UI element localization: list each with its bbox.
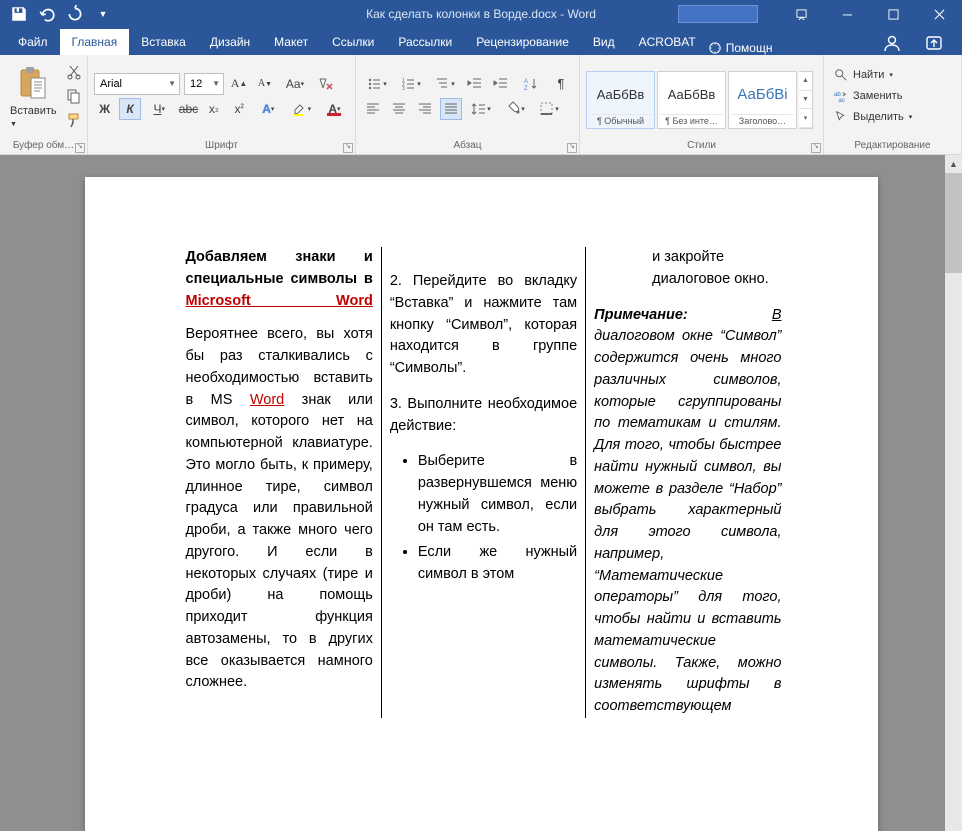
group-clipboard: Вставить ▼ Буфер обм…	[0, 55, 88, 154]
styles-gallery-more[interactable]: ▲▼▾	[799, 71, 813, 129]
borders-icon[interactable]: ▾	[534, 98, 564, 120]
paste-label: Вставить	[10, 105, 57, 117]
page: Добавляем знаки и специальные символы в …	[85, 177, 878, 831]
redo-icon[interactable]	[66, 5, 84, 23]
tell-me-label: Помощн	[726, 41, 773, 55]
clipboard-launcher[interactable]	[75, 143, 85, 153]
ribbon-tabs: Файл Главная Вставка Дизайн Макет Ссылки…	[0, 28, 962, 55]
tab-file[interactable]: Файл	[6, 29, 60, 55]
tab-home[interactable]: Главная	[60, 29, 130, 55]
shading-icon[interactable]: ▾	[500, 98, 530, 120]
tab-mailings[interactable]: Рассылки	[386, 29, 464, 55]
svg-text:A: A	[524, 79, 528, 85]
show-marks-icon[interactable]: ¶	[550, 73, 572, 95]
find-button[interactable]: Найти ▾	[830, 66, 916, 84]
group-styles: АаБбВв¶ Обычный АаБбВв¶ Без инте… АаБбВі…	[580, 55, 824, 154]
cut-icon[interactable]	[63, 61, 85, 83]
ribbon: Вставить ▼ Буфер обм… Arial▼ 12▼ A▲ A▼ A…	[0, 55, 962, 155]
style-heading1[interactable]: АаБбВіЗаголово…	[728, 71, 797, 129]
column-3: и закройте диалоговое окно. Примечание: …	[585, 247, 789, 718]
highlight-icon[interactable]: ▾	[287, 98, 316, 120]
align-right-icon[interactable]	[414, 98, 436, 120]
paragraph-group-label: Абзац	[453, 140, 481, 151]
align-center-icon[interactable]	[388, 98, 410, 120]
bold-icon[interactable]: Ж	[94, 98, 115, 120]
style-no-spacing[interactable]: АаБбВв¶ Без инте…	[657, 71, 726, 129]
window-title: Как сделать колонки в Ворде.docx - Word	[366, 7, 596, 21]
style-normal[interactable]: АаБбВв¶ Обычный	[586, 71, 655, 129]
share-icon[interactable]	[920, 31, 948, 55]
change-case-icon[interactable]: Aa ▾	[280, 73, 310, 95]
strikethrough-icon[interactable]: abc	[178, 98, 199, 120]
undo-icon[interactable]	[38, 5, 56, 23]
replace-button[interactable]: abacЗаменить	[830, 87, 916, 105]
tab-insert[interactable]: Вставка	[129, 29, 198, 55]
ribbon-options-icon[interactable]	[778, 0, 824, 28]
minimize-icon[interactable]	[824, 0, 870, 28]
vertical-scrollbar[interactable]: ▲	[945, 155, 962, 831]
tab-layout[interactable]: Макет	[262, 29, 320, 55]
multilevel-list-icon[interactable]: ▾	[430, 73, 460, 95]
format-painter-icon[interactable]	[63, 109, 85, 131]
font-launcher[interactable]	[343, 143, 353, 153]
sort-icon[interactable]: AZ	[516, 73, 546, 95]
font-group-label: Шрифт	[205, 140, 238, 151]
editing-group-label: Редактирование	[854, 140, 930, 151]
titlebar: ▼ Как сделать колонки в Ворде.docx - Wor…	[0, 0, 962, 28]
bullets-icon[interactable]: ▾	[362, 73, 392, 95]
paragraph-launcher[interactable]	[567, 143, 577, 153]
svg-text:3: 3	[402, 86, 405, 92]
subscript-icon[interactable]: x₂	[203, 98, 224, 120]
font-name-combo[interactable]: Arial▼	[94, 73, 180, 95]
scroll-thumb[interactable]	[945, 173, 962, 273]
tab-review[interactable]: Рецензирование	[464, 29, 581, 55]
text-effects-icon[interactable]: A ▾	[254, 98, 283, 120]
column-1: Добавляем знаки и специальные символы в …	[178, 247, 381, 718]
paste-button[interactable]: Вставить ▼	[6, 63, 61, 129]
copy-icon[interactable]	[63, 85, 85, 107]
save-icon[interactable]	[10, 5, 28, 23]
clear-formatting-icon[interactable]	[314, 73, 336, 95]
font-size-combo[interactable]: 12▼	[184, 73, 224, 95]
justify-icon[interactable]	[440, 98, 462, 120]
align-left-icon[interactable]	[362, 98, 384, 120]
clipboard-group-label: Буфер обм…	[13, 140, 74, 151]
superscript-icon[interactable]: x²	[228, 98, 249, 120]
grow-font-icon[interactable]: A▲	[228, 73, 250, 95]
scroll-up-icon[interactable]: ▲	[945, 155, 962, 172]
increase-indent-icon[interactable]	[490, 73, 512, 95]
column-2: 2. Перейдите во вкладку “Вставка” и нажм…	[381, 247, 585, 718]
decrease-indent-icon[interactable]	[464, 73, 486, 95]
close-icon[interactable]	[916, 0, 962, 28]
svg-text:ac: ac	[838, 97, 844, 103]
styles-launcher[interactable]	[811, 143, 821, 153]
group-paragraph: ▾ 123▾ ▾ AZ ¶ ▾ ▾ ▾ Абзац	[356, 55, 580, 154]
numbering-icon[interactable]: 123▾	[396, 73, 426, 95]
maximize-icon[interactable]	[870, 0, 916, 28]
tab-view[interactable]: Вид	[581, 29, 627, 55]
account-icon[interactable]	[878, 31, 906, 55]
group-editing: Найти ▾ abacЗаменить Выделить ▾ Редактир…	[824, 55, 962, 154]
svg-text:Z: Z	[524, 86, 528, 92]
tell-me-button[interactable]: Помощн	[708, 41, 773, 55]
document-area[interactable]: Добавляем знаки и специальные символы в …	[0, 155, 962, 831]
tab-acrobat[interactable]: ACROBAT	[627, 29, 708, 55]
tab-references[interactable]: Ссылки	[320, 29, 386, 55]
styles-group-label: Стили	[687, 140, 716, 151]
line-spacing-icon[interactable]: ▾	[466, 98, 496, 120]
italic-icon[interactable]: К	[119, 98, 140, 120]
group-font: Arial▼ 12▼ A▲ A▼ Aa ▾ Ж К Ч ▾ abc x₂ x² …	[88, 55, 356, 154]
underline-icon[interactable]: Ч ▾	[145, 98, 174, 120]
font-color-icon[interactable]: A▾	[320, 98, 349, 120]
select-button[interactable]: Выделить ▾	[830, 108, 916, 126]
shrink-font-icon[interactable]: A▼	[254, 73, 276, 95]
qat-customize-icon[interactable]: ▼	[94, 5, 112, 23]
tab-design[interactable]: Дизайн	[198, 29, 262, 55]
account-placeholder	[678, 5, 758, 23]
